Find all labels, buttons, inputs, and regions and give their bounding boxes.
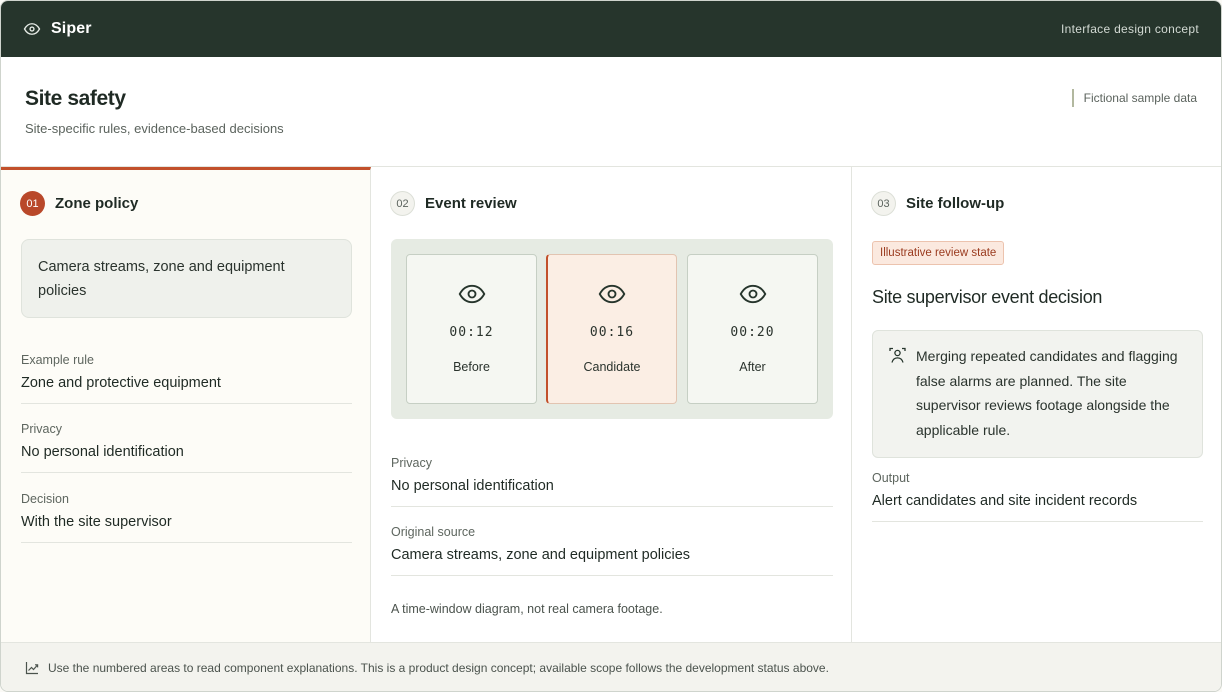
example-rule-field: Example rule Zone and protective equipme… <box>21 353 352 404</box>
field-label: Decision <box>21 492 69 506</box>
decision-text: Merging repeated candidates and flagging… <box>916 348 1178 438</box>
step-number: 02 <box>390 191 415 216</box>
eye-icon <box>739 284 766 304</box>
step-header: 03 Site follow-up <box>871 191 1004 216</box>
frame-time: 00:12 <box>449 325 494 340</box>
decision-field: Decision With the site supervisor <box>21 492 352 543</box>
brand[interactable]: Siper <box>23 20 92 38</box>
decision-title: Site supervisor event decision <box>872 287 1103 307</box>
field-value: No personal identification <box>21 444 184 460</box>
page-title: Site safety <box>25 87 126 110</box>
sample-data-tag: Fictional sample data <box>1071 89 1197 107</box>
frame-before[interactable]: 00:12 Before <box>406 254 537 404</box>
field-value: Camera streams, zone and equipment polic… <box>391 547 691 563</box>
frame-label: Candidate <box>583 360 641 374</box>
step-number: 03 <box>871 191 896 216</box>
diagram-note: A time-window diagram, not real camera f… <box>391 602 663 616</box>
privacy-field: Privacy No personal identification <box>21 422 352 473</box>
field-label: Output <box>872 471 910 485</box>
field-label: Example rule <box>21 353 94 367</box>
step-header: 01 Zone policy <box>20 191 138 216</box>
field-label: Original source <box>391 525 476 539</box>
frame-time: 00:16 <box>589 325 635 340</box>
eye-icon <box>23 23 41 35</box>
field-label: Privacy <box>391 456 432 470</box>
eye-icon <box>458 284 485 304</box>
person-icon <box>889 347 906 363</box>
eye-icon <box>598 284 626 304</box>
field-label: Privacy <box>21 422 62 436</box>
page-subtitle: Site-specific rules, evidence-based deci… <box>25 121 284 136</box>
footer-text: Use the numbered areas to read component… <box>48 661 829 675</box>
page-header: Site safety Site-specific rules, evidenc… <box>1 57 1221 167</box>
zone-policy-panel[interactable]: 01 Zone policy Camera streams, zone and … <box>1 167 371 642</box>
original-source-field: Original source Camera streams, zone and… <box>391 525 833 576</box>
field-value: Zone and protective equipment <box>21 375 221 391</box>
step-header: 02 Event review <box>390 191 517 216</box>
output-field: Output Alert candidates and site inciden… <box>872 471 1203 522</box>
event-review-panel[interactable]: 02 Event review 00:12 Before 00:16 Candi… <box>371 167 852 642</box>
review-state-badge: Illustrative review state <box>872 241 1005 265</box>
footer-hint: Use the numbered areas to read component… <box>1 642 1221 691</box>
chart-icon <box>25 662 39 675</box>
decision-card: Merging repeated candidates and flagging… <box>872 330 1203 458</box>
app-window: Siper Interface design concept Site safe… <box>0 0 1222 692</box>
frame-label: Before <box>453 360 490 374</box>
concept-label: Interface design concept <box>1061 22 1199 36</box>
step-title: Zone policy <box>55 195 139 212</box>
step-number: 01 <box>20 191 45 216</box>
frame-time: 00:20 <box>730 325 775 340</box>
field-value: With the site supervisor <box>21 514 172 530</box>
frame-after[interactable]: 00:20 After <box>687 254 818 404</box>
brand-name: Siper <box>51 20 92 37</box>
field-value: No personal identification <box>391 478 554 494</box>
frame-label: After <box>739 360 766 374</box>
time-window-diagram: 00:12 Before 00:16 Candidate 00:20 After <box>391 239 833 419</box>
step-title: Site follow-up <box>906 195 1005 212</box>
field-value: Alert candidates and site incident recor… <box>872 493 1138 509</box>
site-follow-up-panel[interactable]: 03 Site follow-up Illustrative review st… <box>852 167 1221 642</box>
frame-candidate[interactable]: 00:16 Candidate <box>546 254 677 404</box>
privacy-field: Privacy No personal identification <box>391 456 833 507</box>
top-bar: Siper Interface design concept <box>1 1 1221 57</box>
step-title: Event review <box>425 195 517 212</box>
policy-card: Camera streams, zone and equipment polic… <box>21 239 352 318</box>
